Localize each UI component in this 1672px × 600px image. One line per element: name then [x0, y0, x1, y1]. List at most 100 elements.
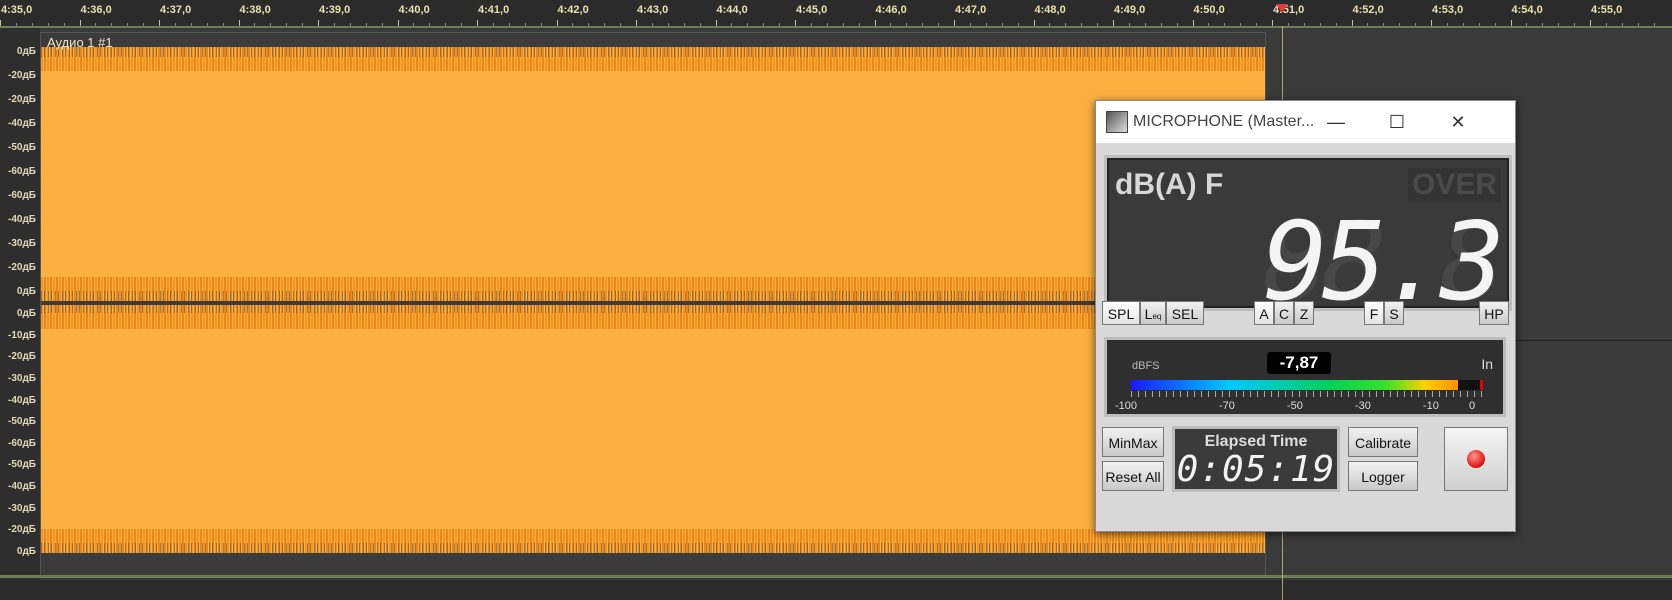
ruler-time-label: 4:39,0 — [319, 4, 351, 16]
ruler-minor-tick — [206, 23, 208, 26]
calibrate-button[interactable]: Calibrate — [1348, 427, 1418, 457]
ruler-minor-tick — [1367, 23, 1369, 26]
ruler-minor-tick — [1017, 23, 1019, 26]
ruler-minor-tick — [1287, 23, 1289, 26]
db-scale: 0дБ -20дБ -20дБ -40дБ -50дБ -60дБ -60дБ -40дБ -3… — [0, 28, 40, 580]
dbfs-bargraph: dBFS -7,87 In -100 -70 -50 -30 -10 0 — [1104, 337, 1506, 417]
ruler-minor-tick — [524, 23, 526, 26]
sound-level-meter-window[interactable]: MICROPHONE (Master... — ☐ ✕ dB(A) F OVER… — [1095, 100, 1516, 532]
ruler-minor-tick — [1208, 23, 1210, 26]
ruler-minor-tick — [651, 23, 653, 26]
elapsed-time-display: Elapsed Time 0:05:19 — [1172, 426, 1340, 492]
ruler-tick — [1351, 20, 1353, 26]
record-button[interactable] — [1444, 427, 1508, 491]
hp-button[interactable]: HP — [1479, 301, 1509, 325]
ruler-minor-tick — [127, 23, 129, 26]
logger-button[interactable]: Logger — [1348, 461, 1418, 491]
ruler-minor-tick — [969, 23, 971, 26]
close-button[interactable]: ✕ — [1443, 109, 1473, 135]
ruler-minor-tick — [747, 23, 749, 26]
ruler-minor-tick — [1558, 23, 1560, 26]
ruler-minor-tick — [445, 23, 447, 26]
clip-title: Аудио 1 #1 — [47, 35, 113, 50]
ruler-minor-tick — [413, 23, 415, 26]
timeline-ruler[interactable]: 4:35,0 4:36,0 4:37,0 4:38,0 4:39,0 4:40,0 4:41… — [0, 0, 1672, 28]
ruler-tick — [1431, 20, 1432, 26]
ruler-minor-tick — [890, 23, 892, 26]
ruler-minor-tick — [1224, 23, 1226, 26]
minmax-button[interactable]: MinMax — [1102, 427, 1164, 457]
ruler-time-label: 4:43,0 — [637, 4, 669, 16]
scale-label: -30 — [1355, 400, 1371, 412]
ruler-minor-tick — [699, 23, 701, 26]
ruler-minor-tick — [286, 23, 288, 26]
fast-response-button[interactable]: F — [1364, 301, 1384, 325]
db-scale-label: -50дБ — [8, 416, 36, 428]
ruler-minor-tick — [15, 23, 17, 26]
maximize-button[interactable]: ☐ — [1382, 109, 1412, 135]
ruler-minor-tick — [508, 23, 510, 26]
ruler-minor-tick — [588, 23, 590, 26]
leq-button[interactable]: Leq — [1140, 301, 1166, 325]
ruler-minor-tick — [270, 23, 272, 26]
db-scale-label: -60дБ — [8, 190, 36, 201]
ruler-tick — [318, 20, 319, 26]
ruler-minor-tick — [1653, 23, 1655, 26]
record-icon — [1467, 450, 1485, 468]
reset-all-button[interactable]: Reset All — [1102, 461, 1164, 491]
db-scale-label: 0дБ — [16, 286, 36, 297]
ruler-minor-tick — [1637, 23, 1639, 26]
ruler-minor-tick — [1144, 23, 1146, 26]
db-scale-label: -40дБ — [8, 394, 36, 406]
level-bar-fill — [1131, 380, 1459, 390]
waveform-channel-2 — [41, 305, 1265, 553]
ruler-tick — [1590, 20, 1591, 26]
db-scale-label: -60дБ — [8, 166, 36, 177]
slow-response-button[interactable]: S — [1384, 301, 1404, 325]
ruler-tick — [1272, 20, 1273, 26]
waveform-channel-1 — [41, 47, 1265, 301]
ruler-minor-tick — [302, 23, 304, 26]
scale-label: -10 — [1423, 400, 1439, 412]
ruler-minor-tick — [938, 23, 940, 26]
ruler-minor-tick — [667, 23, 669, 26]
ruler-tick — [715, 20, 717, 26]
db-scale-label: 0дБ — [16, 308, 36, 319]
playhead-marker-icon[interactable] — [1276, 4, 1288, 13]
ruler-minor-tick — [190, 23, 192, 26]
ruler-time-label: 4:54,0 — [1511, 4, 1543, 16]
input-label: In — [1481, 356, 1493, 372]
ruler-minor-tick — [572, 23, 574, 26]
db-scale-label: -20дБ — [8, 262, 36, 273]
ruler-minor-tick — [111, 23, 113, 26]
db-scale-label: -30дБ — [8, 502, 36, 514]
ruler-minor-tick — [1605, 23, 1607, 26]
window-title: MICROPHONE (Master... — [1133, 113, 1315, 130]
sel-button[interactable]: SEL — [1166, 301, 1204, 325]
ruler-time-label: 4:44,0 — [716, 4, 748, 16]
ruler-minor-tick — [95, 23, 97, 26]
db-scale-label: 0дБ — [16, 46, 36, 57]
window-titlebar[interactable]: MICROPHONE (Master... — ☐ ✕ — [1096, 101, 1515, 143]
db-scale-label: -30дБ — [8, 238, 36, 249]
ruler-minor-tick — [1176, 23, 1178, 26]
a-weighting-button[interactable]: A — [1254, 301, 1274, 325]
db-scale-label: 0дБ — [16, 546, 36, 557]
ruler-minor-tick — [461, 23, 463, 26]
c-weighting-button[interactable]: C — [1274, 301, 1294, 325]
ruler-minor-tick — [143, 23, 145, 26]
minimize-button[interactable]: — — [1321, 109, 1351, 135]
db-scale-label: -10дБ — [8, 329, 36, 341]
z-weighting-button[interactable]: Z — [1294, 301, 1314, 325]
ruler-minor-tick — [1462, 23, 1464, 26]
ruler-minor-tick — [858, 23, 860, 26]
ruler-tick — [1033, 20, 1035, 26]
db-scale-label: -40дБ — [8, 118, 36, 129]
ruler-minor-tick — [1097, 23, 1099, 26]
spl-button[interactable]: SPL — [1102, 301, 1140, 325]
ruler-time-label: 4:48,0 — [1034, 4, 1066, 16]
ruler-tick — [1113, 20, 1114, 26]
ruler-minor-tick — [47, 23, 49, 26]
audio-clip[interactable]: Аудио 1 #1 — [40, 32, 1266, 578]
ruler-minor-tick — [174, 23, 176, 26]
